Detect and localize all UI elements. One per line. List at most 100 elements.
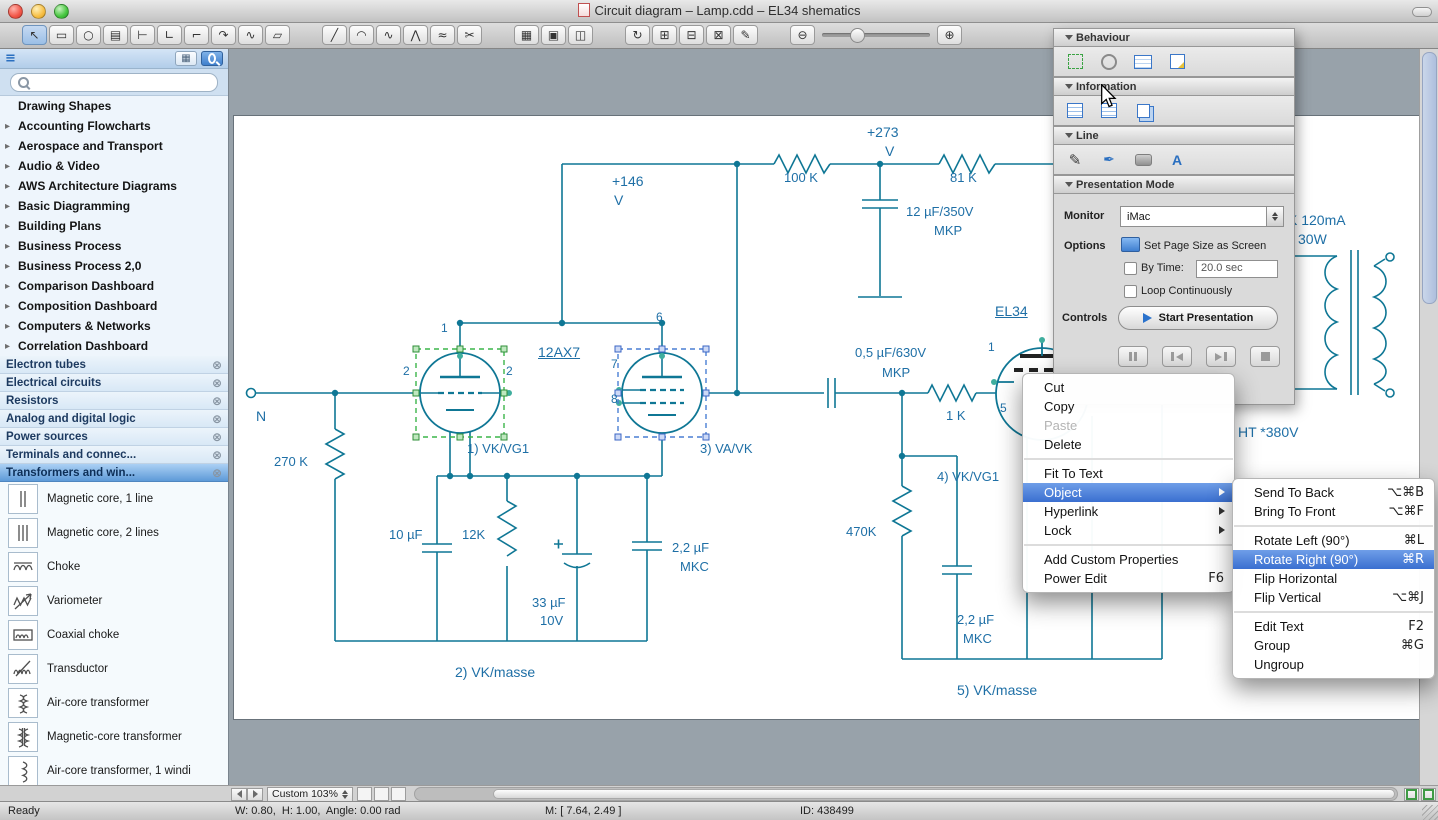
context-menu-item[interactable] (1024, 458, 1233, 460)
library-item[interactable]: Building Plans (0, 216, 228, 236)
circuit-label[interactable]: 4) VK/VG1 (937, 469, 999, 484)
close-library-icon[interactable] (212, 376, 222, 390)
ellipse-tool[interactable]: ○ (76, 25, 101, 45)
zoom-slider[interactable] (822, 33, 930, 37)
document-lines-icon[interactable] (1063, 100, 1087, 121)
circuit-label[interactable]: 12K (462, 527, 485, 542)
library-item[interactable]: Audio & Video (0, 156, 228, 176)
rotate-tool[interactable]: ↻ (625, 25, 650, 45)
close-library-icon[interactable] (212, 412, 222, 426)
circuit-label[interactable]: 33 µF (532, 595, 566, 610)
select-tool[interactable]: ↖ (22, 25, 47, 45)
disclosure-triangle-icon[interactable] (5, 221, 18, 232)
context-menu-item[interactable]: Object (1023, 483, 1234, 502)
chain-connector-tool[interactable]: ▱ (265, 25, 290, 45)
library-item[interactable]: AWS Architecture Diagrams (0, 176, 228, 196)
search-button[interactable] (201, 51, 223, 66)
output-transformer[interactable] (1325, 250, 1394, 397)
shape-subtract-tool[interactable]: ▣ (541, 25, 566, 45)
loop-checkbox[interactable] (1124, 285, 1137, 298)
page-view-button[interactable] (391, 787, 406, 801)
circuit-label[interactable]: 81 K (950, 170, 977, 185)
monitor-select[interactable]: iMac (1120, 206, 1284, 227)
library-item[interactable]: Basic Diagramming (0, 196, 228, 216)
circuit-label[interactable]: 270 K (274, 454, 308, 469)
submenu-item[interactable]: Edit Text F2 (1233, 617, 1434, 636)
library-item[interactable]: Computers & Networks (0, 316, 228, 336)
library-item[interactable]: Accounting Flowcharts (0, 116, 228, 136)
circuit-label[interactable]: 2) VK/masse (455, 664, 535, 680)
circuit-label[interactable]: 2 (403, 364, 410, 378)
circuit-label[interactable]: K 120mA (1288, 212, 1346, 228)
pen-color-icon[interactable]: ✒ (1097, 149, 1121, 170)
disclosure-triangle-icon[interactable] (5, 241, 18, 252)
tree-connector-tool[interactable]: ⊢ (130, 25, 155, 45)
direct-connector-tool[interactable]: ∟ (157, 25, 182, 45)
tree-view-icon[interactable]: ≡ (5, 51, 16, 66)
vertical-scrollbar-thumb[interactable] (1422, 52, 1437, 304)
library-section[interactable]: Electrical circuits (0, 374, 228, 392)
page-view-button[interactable] (357, 787, 372, 801)
close-library-icon[interactable] (212, 430, 222, 444)
shape-item[interactable]: Choke (0, 550, 228, 584)
behaviour-section-header[interactable]: Behaviour (1053, 28, 1295, 47)
disclosure-triangle-icon[interactable] (5, 281, 18, 292)
shape-item[interactable]: Air-core transformer, 1 windi (0, 754, 228, 786)
rotation-handle-icon[interactable] (1097, 51, 1121, 72)
close-library-icon[interactable] (212, 358, 222, 372)
circuit-label[interactable]: 12 µF/350V (906, 204, 973, 219)
page-curl-icon[interactable] (1165, 51, 1189, 72)
close-library-icon[interactable] (212, 466, 222, 480)
grid-view-button[interactable]: ▦ (175, 51, 197, 66)
circuit-label[interactable]: 1) VK/VG1 (467, 441, 529, 456)
shape-item[interactable]: Coaxial choke (0, 618, 228, 652)
context-menu-item[interactable]: Lock (1023, 521, 1234, 540)
information-section-header[interactable]: Information (1053, 77, 1295, 96)
pan-tool[interactable]: ⊟ (679, 25, 704, 45)
split-tool[interactable]: ✂ (457, 25, 482, 45)
circuit-label[interactable]: V (885, 143, 894, 159)
fit-page-button[interactable] (1404, 788, 1419, 801)
library-item[interactable]: Correlation Dashboard (0, 336, 228, 356)
shadow-icon[interactable] (1131, 149, 1155, 170)
context-menu-item[interactable]: Paste (1023, 416, 1234, 435)
circuit-label[interactable]: 2,2 µF (672, 540, 709, 555)
submenu-item[interactable]: Group ⌘G (1233, 636, 1434, 655)
circuit-label[interactable]: 12AX7 (538, 344, 580, 360)
start-presentation-button[interactable]: Start Presentation (1118, 306, 1278, 330)
circuit-label[interactable]: 2 (506, 364, 513, 378)
circuit-label[interactable]: MKP (882, 365, 910, 380)
circuit-label[interactable]: MKP (934, 223, 962, 238)
context-menu-item[interactable]: Hyperlink (1023, 502, 1234, 521)
line-tool[interactable]: ╱ (322, 25, 347, 45)
circuit-label[interactable]: EL34 (995, 303, 1028, 319)
library-item[interactable]: Drawing Shapes (0, 96, 228, 116)
circuit-label[interactable]: N (256, 408, 266, 424)
font-icon[interactable]: A (1165, 149, 1189, 170)
freehand-tool[interactable]: ≈ (430, 25, 455, 45)
submenu-item[interactable]: Bring To Front ⌥⌘F (1233, 502, 1434, 521)
spline-tool[interactable]: ∿ (376, 25, 401, 45)
selection-frame-icon[interactable] (1063, 51, 1087, 72)
shape-item[interactable]: Air-core transformer (0, 686, 228, 720)
circuit-label[interactable]: 30W (1298, 231, 1327, 247)
shape-item[interactable]: Magnetic-core transformer (0, 720, 228, 754)
fit-width-button[interactable] (1421, 788, 1436, 801)
circuit-label[interactable]: 5 (1000, 401, 1007, 415)
circuit-label[interactable]: V (614, 192, 623, 208)
disclosure-triangle-icon[interactable] (5, 181, 18, 192)
polyline-tool[interactable]: ⋀ (403, 25, 428, 45)
smart-connector-tool[interactable]: ⌐ (184, 25, 209, 45)
horizontal-scrollbar-thumb[interactable] (493, 789, 1395, 799)
context-menu-item[interactable]: Cut (1023, 378, 1234, 397)
context-menu-item[interactable]: Copy (1023, 397, 1234, 416)
by-time-field[interactable]: 20.0 sec (1196, 260, 1278, 278)
library-section[interactable]: Transformers and win... (0, 464, 228, 482)
zoom-in-button[interactable]: ⊕ (937, 25, 962, 45)
circuit-label[interactable]: 8 (611, 392, 618, 406)
search-input[interactable] (34, 75, 210, 89)
circuit-label[interactable]: +146 (612, 173, 644, 189)
tube-12ax7-b[interactable] (622, 353, 702, 433)
submenu-item[interactable]: Flip Horizontal (1233, 569, 1434, 588)
pause-button[interactable] (1118, 346, 1148, 367)
